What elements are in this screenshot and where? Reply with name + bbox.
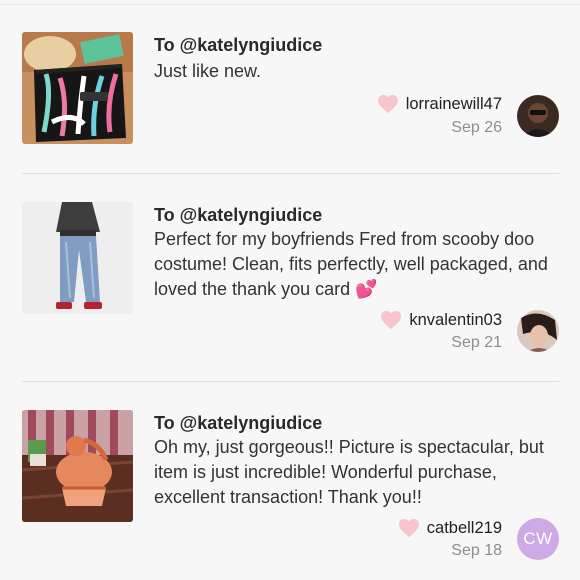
- heart-icon: [377, 94, 399, 114]
- reviewer-row: lorrainewill47: [377, 94, 502, 114]
- recipient-label: To @katelyngiudice: [154, 413, 323, 433]
- reviewer-avatar[interactable]: [517, 95, 559, 137]
- reviewer-row: catbell219: [398, 518, 502, 538]
- review-message: Oh my, just gorgeous!! Picture is specta…: [154, 437, 544, 507]
- review-date: Sep 26: [451, 119, 502, 136]
- reviewer-username[interactable]: knvalentin03: [409, 311, 502, 330]
- product-thumbnail[interactable]: [22, 202, 133, 314]
- review-message: Perfect for my boyfriends Fred from scoo…: [154, 229, 548, 299]
- review-date: Sep 18: [451, 542, 502, 559]
- reviewer-username[interactable]: lorrainewill47: [406, 95, 502, 114]
- reviewer-avatar[interactable]: [517, 310, 559, 352]
- recipient-label: To @katelyngiudice: [154, 35, 323, 55]
- review-card: To @katelyngiudice Oh my, just gorgeous!…: [0, 382, 580, 580]
- recipient-label: To @katelyngiudice: [154, 205, 323, 225]
- product-thumbnail[interactable]: [22, 32, 133, 144]
- product-thumbnail[interactable]: [22, 410, 133, 522]
- heart-icon: [380, 310, 402, 330]
- reviewer-username[interactable]: catbell219: [427, 519, 502, 538]
- review-date: Sep 21: [451, 334, 502, 351]
- review-message: Just like new.: [154, 61, 262, 81]
- heart-icon: [398, 518, 420, 538]
- reviewer-row: knvalentin03: [380, 310, 502, 330]
- review-card: To @katelyngiudice Perfect for my boyfri…: [0, 174, 580, 382]
- review-card: To @katelyngiudice Just like new. lorrai…: [0, 0, 580, 173]
- reviewer-avatar[interactable]: CW: [517, 518, 559, 560]
